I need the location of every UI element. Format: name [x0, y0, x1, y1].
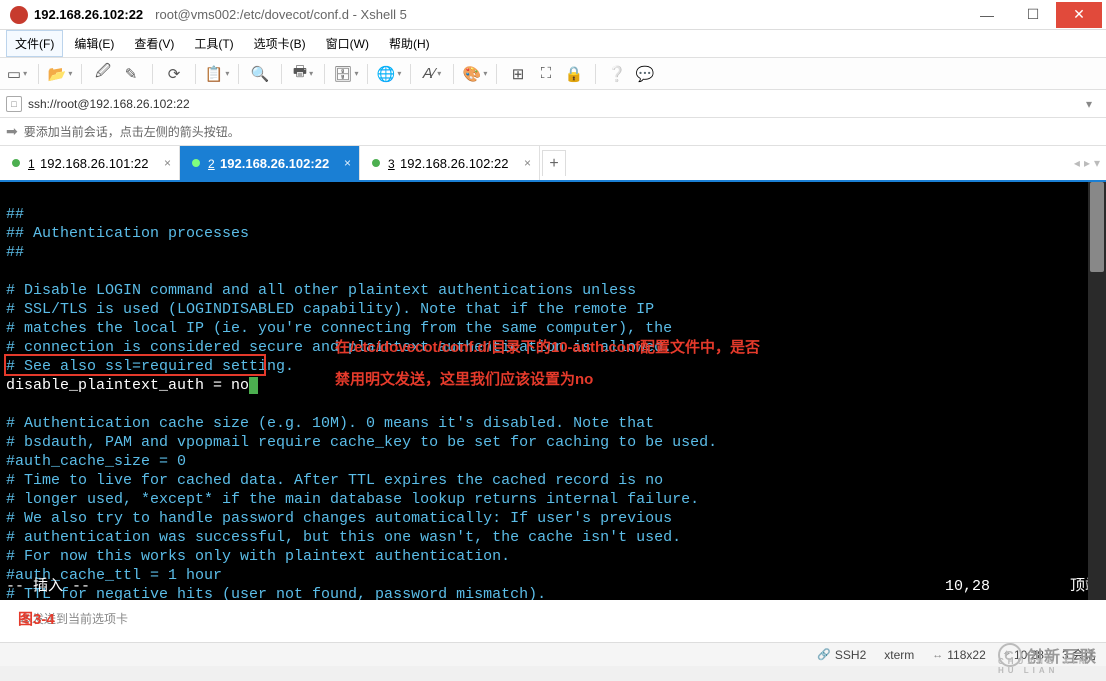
term-edit-line: disable_plaintext_auth = no: [6, 377, 249, 394]
search-icon[interactable]: 🔍: [249, 63, 271, 85]
session-tab-2[interactable]: 2 192.168.26.102:22 ×: [180, 146, 360, 180]
bottom-hint: 本发送到当前选项卡: [0, 600, 1106, 637]
term-line: # For now this works only with plaintext…: [6, 548, 510, 565]
watermark-sub: CHUANG XIN HU LIAN: [998, 657, 1096, 675]
session-tab-1[interactable]: 1 192.168.26.101:22 ×: [0, 146, 180, 180]
status-term: xterm: [884, 648, 914, 662]
globe-icon[interactable]: 🌐: [378, 63, 400, 85]
tab-close-icon[interactable]: ×: [164, 156, 171, 170]
title-path: root@vms002:/etc/dovecot/conf.d - Xshell…: [155, 7, 407, 22]
annotation-box: [4, 354, 266, 376]
bookmark-icon[interactable]: □: [6, 96, 22, 112]
toolbar: ▭ 📂 🖉 ✎ ⟳ 📋 🔍 🖶 🗄 🌐 A⁄ 🎨 ⊞ ⛶ 🔒 ❔ 💬: [0, 58, 1106, 90]
ssh-icon: 🔗: [817, 648, 831, 661]
scrollbar-thumb[interactable]: [1090, 182, 1104, 272]
tab-strip: 1 192.168.26.101:22 × 2 192.168.26.102:2…: [0, 146, 1106, 182]
menu-view[interactable]: 查看(V): [125, 30, 183, 57]
reconnect-icon[interactable]: 🖉: [92, 63, 114, 85]
menu-edit[interactable]: 编辑(E): [65, 30, 123, 57]
disconnect-icon[interactable]: ✎: [120, 63, 142, 85]
menu-window[interactable]: 窗口(W): [317, 30, 378, 57]
address-url[interactable]: ssh://root@192.168.26.102:22: [28, 97, 1078, 111]
print-icon[interactable]: 🖶: [292, 63, 314, 85]
help-icon[interactable]: ❔: [606, 63, 628, 85]
tab-next-icon[interactable]: ▸: [1084, 156, 1090, 170]
font-icon[interactable]: A⁄: [421, 63, 443, 85]
status-dot-icon: [372, 159, 380, 167]
term-line: ## Authentication processes: [6, 225, 249, 242]
status-proto: SSH2: [835, 648, 866, 662]
status-bar: 🔗SSH2 xterm ↔118x22 ⌖10,28 3 会话: [0, 642, 1106, 666]
vim-pos: 10,28: [945, 577, 990, 596]
term-line: # longer used, *except* if the main data…: [6, 491, 699, 508]
transfer-icon[interactable]: 🗄: [335, 63, 357, 85]
annotation-text-1: 在/etc/dovecot/conf.d/目录下的10-auth.conf配置文…: [335, 338, 760, 357]
window-titlebar: 192.168.26.102:22 root@vms002:/etc/dovec…: [0, 0, 1106, 30]
term-line: # Authentication cache size (e.g. 10M). …: [6, 415, 654, 432]
bottom-panel: 图3-4 本发送到当前选项卡: [0, 600, 1106, 642]
term-line: # authentication was successful, but thi…: [6, 529, 681, 546]
lock-icon[interactable]: 🔒: [563, 63, 585, 85]
layout-icon[interactable]: ⊞: [507, 63, 529, 85]
term-line: ##: [6, 206, 24, 223]
title-host: 192.168.26.102:22: [34, 7, 143, 22]
term-line: # SSL/TLS is used (LOGINDISABLED capabil…: [6, 301, 654, 318]
status-dot-icon: [192, 159, 200, 167]
terminal[interactable]: ## ## Authentication processes ## # Disa…: [0, 182, 1106, 600]
status-size: 118x22: [947, 648, 985, 662]
menu-tabs[interactable]: 选项卡(B): [245, 30, 315, 57]
info-text: 要添加当前会话，点击左侧的箭头按钮。: [24, 123, 240, 140]
new-session-icon[interactable]: ▭: [6, 63, 28, 85]
cursor: [249, 377, 258, 394]
fullscreen-icon[interactable]: ⛶: [535, 63, 557, 85]
info-bar: ➡ 要添加当前会话，点击左侧的箭头按钮。: [0, 118, 1106, 146]
figure-label: 图3-4: [18, 608, 55, 629]
copy-icon[interactable]: 📋: [206, 63, 228, 85]
menubar: 文件(F) 编辑(E) 查看(V) 工具(T) 选项卡(B) 窗口(W) 帮助(…: [0, 30, 1106, 58]
session-tab-3[interactable]: 3 192.168.26.102:22 ×: [360, 146, 540, 180]
term-line: # matches the local IP (ie. you're conne…: [6, 320, 672, 337]
status-dot-icon: [12, 159, 20, 167]
terminal-scrollbar[interactable]: [1088, 182, 1106, 600]
chat-icon[interactable]: 💬: [634, 63, 656, 85]
vim-status-line: -- 插入 -- 10,28 顶端: [6, 577, 1100, 596]
tab-prev-icon[interactable]: ◂: [1074, 156, 1080, 170]
term-line: ##: [6, 244, 24, 261]
term-line: # Time to live for cached data. After TT…: [6, 472, 663, 489]
maximize-button[interactable]: ☐: [1010, 2, 1056, 28]
app-icon: [10, 6, 28, 24]
add-tab-button[interactable]: +: [542, 150, 566, 176]
size-icon: ↔: [932, 649, 943, 661]
tab-menu-icon[interactable]: ▾: [1094, 156, 1100, 170]
close-button[interactable]: ✕: [1056, 2, 1102, 28]
term-line: # Disable LOGIN command and all other pl…: [6, 282, 636, 299]
watermark: C 创新互联 CHUANG XIN HU LIAN: [998, 643, 1098, 667]
menu-tools[interactable]: 工具(T): [185, 30, 242, 57]
open-icon[interactable]: 📂: [49, 63, 71, 85]
term-line: # bsdauth, PAM and vpopmail require cach…: [6, 434, 717, 451]
minimize-button[interactable]: —: [964, 2, 1010, 28]
color-icon[interactable]: 🎨: [464, 63, 486, 85]
tab-close-icon[interactable]: ×: [524, 156, 531, 170]
properties-icon[interactable]: ⟳: [163, 63, 185, 85]
term-line: # We also try to handle password changes…: [6, 510, 672, 527]
address-bar: □ ssh://root@192.168.26.102:22 ▾: [0, 90, 1106, 118]
menu-help[interactable]: 帮助(H): [380, 30, 439, 57]
annotation-text-2: 禁用明文发送，这里我们应该设置为no: [335, 370, 593, 389]
info-arrow-icon[interactable]: ➡: [6, 123, 18, 140]
menu-file[interactable]: 文件(F): [6, 30, 63, 57]
tab-close-icon[interactable]: ×: [344, 156, 351, 170]
term-line: #auth_cache_size = 0: [6, 453, 186, 470]
address-dropdown-icon[interactable]: ▾: [1078, 97, 1100, 111]
vim-mode: -- 插入 --: [6, 577, 90, 596]
tab-nav: ◂ ▸ ▾: [1068, 146, 1106, 180]
